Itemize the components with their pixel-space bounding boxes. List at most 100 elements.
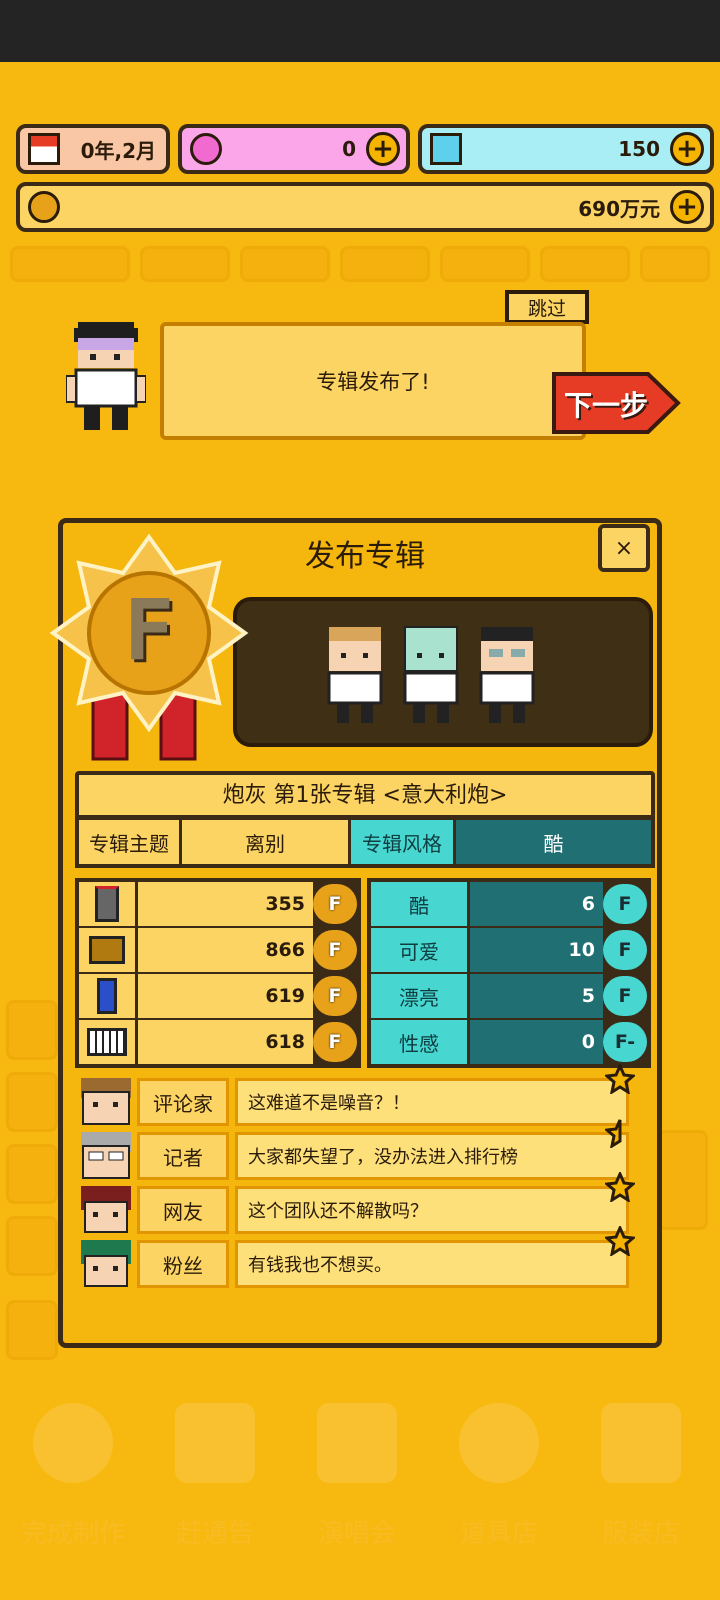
theme-value: 离别 [182, 820, 348, 864]
nav-label: 演唱会 [317, 1519, 396, 1549]
style-stats: 酷 6 F 可爱 10 F 漂亮 5 F 性感 0 F- [367, 878, 651, 1068]
theme-label: 专辑主题 [79, 820, 179, 864]
style-stat-value: 0 [470, 1020, 603, 1064]
rank-medal: F [49, 533, 249, 763]
pen-icon [79, 974, 135, 1018]
skip-button[interactable]: 跳过 [505, 290, 589, 324]
style-stat-label: 漂亮 [371, 974, 467, 1018]
style-stat-label: 可爱 [371, 928, 467, 972]
stat-grade: F [313, 930, 357, 970]
nav-finish-production[interactable]: 完成制作 [8, 1403, 138, 1593]
stat-value: 619 [138, 974, 313, 1018]
reviewer-label: 网友 [137, 1186, 229, 1234]
half-star-icon [605, 1119, 622, 1148]
stat-row-vocal: 355 F [79, 882, 357, 926]
add-money-button[interactable]: + [670, 190, 704, 224]
style-label: 专辑风格 [351, 820, 453, 864]
rating-star-icon [605, 1226, 635, 1256]
stat-value: 355 [138, 882, 313, 926]
release-album-panel: 发布专辑 × F 炮灰 第1张专辑 <意大利炮> 专辑主题 离别 专辑风格 酷 … [49, 518, 662, 1348]
ability-stats: 355 F 866 F 619 F 618 F [75, 878, 361, 1068]
stat-row-lyrics: 619 F [79, 974, 357, 1018]
style-stat-value: 10 [470, 928, 603, 972]
style-stat-grade: F- [603, 1022, 647, 1062]
review-netizen: 网友 这个团队还不解散吗？ [75, 1186, 635, 1236]
date-value: 0年,2月 [80, 138, 156, 163]
stat-value: 866 [138, 928, 313, 972]
style-row-sexy: 性感 0 F- [371, 1020, 647, 1064]
album-meta-row: 专辑主题 离别 专辑风格 酷 [75, 816, 655, 868]
reviews-list: 评论家 这难道不是噪音？！ 记者 大家都失望了，没办法进入排行榜 网友 这个团队… [75, 1064, 635, 1290]
add-diamond-button[interactable]: + [670, 132, 704, 166]
style-stat-value: 5 [470, 974, 603, 1018]
stat-value: 618 [138, 1020, 313, 1064]
member-3 [479, 627, 535, 723]
coin-icon [28, 191, 60, 223]
add-pink-currency-button[interactable]: + [366, 132, 400, 166]
next-step-label: 下一步 [564, 389, 649, 422]
style-stat-grade: F [603, 884, 647, 924]
review-text: 大家都失望了，没办法进入排行榜 [235, 1132, 629, 1180]
style-stat-grade: F [603, 930, 647, 970]
group-stage [233, 597, 653, 747]
nav-clothing-shop[interactable]: 服装店 [576, 1403, 706, 1593]
reporter-avatar [81, 1132, 131, 1179]
style-row-pretty: 漂亮 5 F [371, 974, 647, 1018]
nav-label: 完成制作 [20, 1519, 125, 1549]
member-1 [327, 627, 383, 723]
nav-concert[interactable]: 演唱会 [292, 1403, 422, 1593]
close-button[interactable]: × [598, 524, 650, 572]
style-row-cute: 可爱 10 F [371, 928, 647, 972]
bottom-nav: 完成制作 赶通告 演唱会 道具店 服装店 [0, 1375, 720, 1600]
keyboard-icon [79, 1020, 135, 1064]
nav-label: 赶通告 [175, 1519, 254, 1549]
rating-star-icon [605, 1064, 635, 1094]
tutorial-message: 专辑发布了! [160, 322, 586, 440]
stat-row-dance: 866 F [79, 928, 357, 972]
stat-row-compose: 618 F [79, 1020, 357, 1064]
review-text: 有钱我也不想买。 [235, 1240, 629, 1288]
critic-avatar [81, 1078, 131, 1125]
group-members [327, 626, 535, 723]
manager-character [66, 322, 146, 430]
tutorial-message-text: 专辑发布了! [316, 370, 430, 394]
style-stat-grade: F [603, 976, 647, 1016]
nav-label: 服装店 [601, 1519, 680, 1549]
review-critic: 评论家 这难道不是噪音？！ [75, 1078, 635, 1128]
style-stat-label: 酷 [371, 882, 467, 926]
review-text: 这难道不是噪音？！ [235, 1078, 629, 1126]
boot-icon [79, 928, 135, 972]
status-bar [0, 0, 720, 62]
rating-star-icon [605, 1172, 635, 1202]
calendar-icon [175, 1403, 255, 1483]
review-text: 这个团队还不解散吗？ [235, 1186, 629, 1234]
pink-currency-display: 0 + [178, 124, 410, 174]
nav-item-shop[interactable]: 道具店 [434, 1403, 564, 1593]
stage-icon [317, 1403, 397, 1483]
background-tiles [10, 246, 710, 282]
style-stat-value: 6 [470, 882, 603, 926]
next-step-button[interactable]: 下一步 [552, 370, 682, 436]
diamond-icon [430, 133, 462, 165]
microphone-icon [79, 882, 135, 926]
reviewer-label: 粉丝 [137, 1240, 229, 1288]
date-display: 0年,2月 [16, 124, 170, 174]
reviewer-label: 记者 [137, 1132, 229, 1180]
netizen-avatar [81, 1186, 131, 1233]
finish-production-icon [33, 1403, 113, 1483]
money-display: 690万元 + [16, 182, 714, 232]
style-stat-label: 性感 [371, 1020, 467, 1064]
nav-schedule[interactable]: 赶通告 [150, 1403, 280, 1593]
calendar-icon [28, 133, 60, 165]
pink-gem-icon [190, 133, 222, 165]
album-name: 炮灰 第1张专辑 <意大利炮> [75, 771, 655, 819]
style-value: 酷 [456, 820, 651, 864]
stat-grade: F [313, 976, 357, 1016]
diamond-display: 150 + [418, 124, 714, 174]
gift-icon [459, 1403, 539, 1483]
nav-label: 道具店 [459, 1519, 538, 1549]
fan-avatar [81, 1240, 131, 1287]
member-2 [403, 626, 459, 723]
diamond-value: 150 [618, 137, 660, 161]
rank-letter: F [123, 581, 175, 679]
